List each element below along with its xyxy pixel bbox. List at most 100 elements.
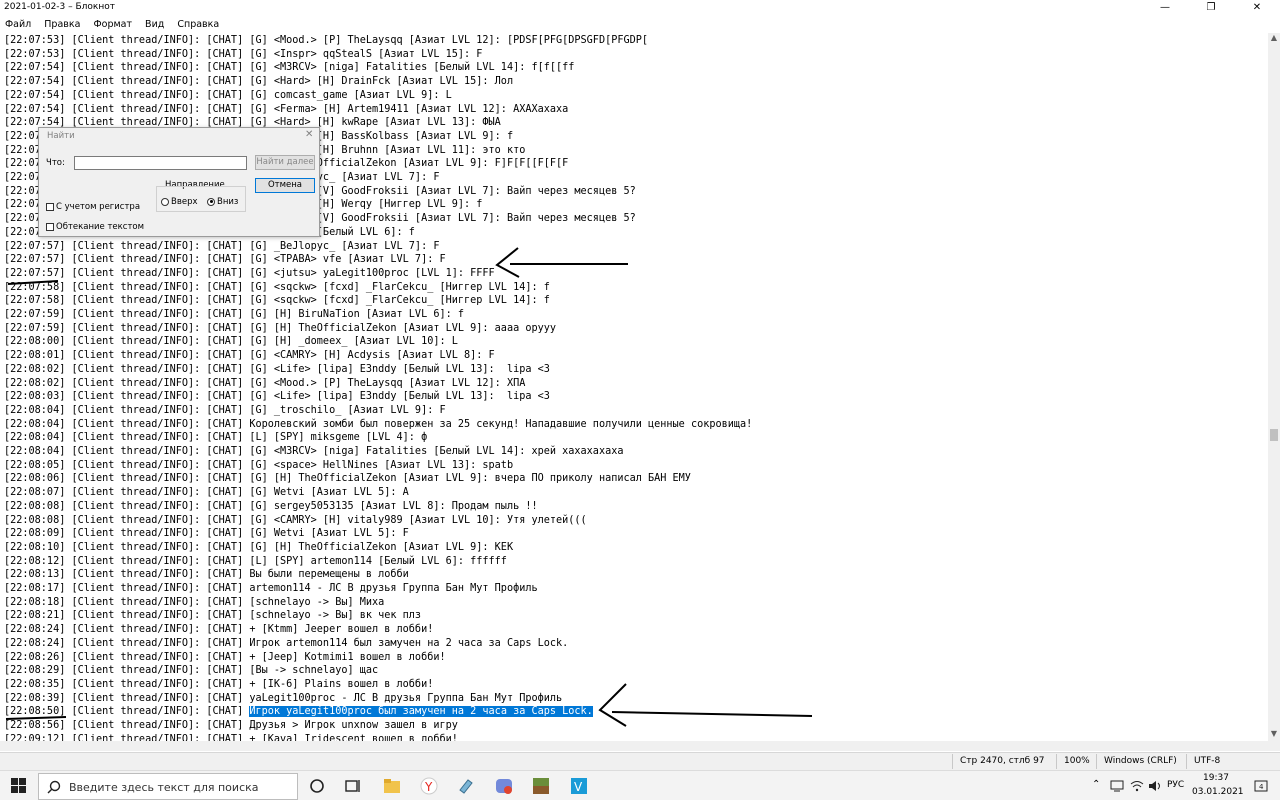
find-what-input[interactable] — [74, 156, 247, 170]
text-line: [22:08:04] [Client thread/INFO]: [CHAT] … — [4, 446, 624, 457]
wifi-icon[interactable] — [1130, 780, 1144, 792]
clock-date[interactable]: 03.01.2021 — [1192, 787, 1244, 797]
text-line: [22:07:58] [Client thread/INFO]: [CHAT] … — [4, 281, 550, 293]
text-line: [22:08:12] [Client thread/INFO]: [CHAT] … — [4, 555, 507, 567]
text-line: [22:08:13] [Client thread/INFO]: [CHAT] … — [4, 569, 409, 581]
vertical-scrollbar[interactable]: ▲ ▼ — [1268, 33, 1280, 741]
title-bar: 2021-01-02-3 – Блокнот — ❐ ✕ — [0, 0, 1280, 16]
status-separator — [1096, 754, 1097, 769]
menu-view[interactable]: Вид — [145, 17, 164, 33]
text-line: [22:08:00] [Client thread/INFO]: [CHAT] … — [4, 336, 458, 348]
network-icon[interactable] — [1110, 780, 1124, 792]
text-line: [22:08:07] [Client thread/INFO]: [CHAT] … — [4, 487, 409, 499]
yandex-browser-icon[interactable]: Y — [419, 776, 439, 796]
menu-file[interactable]: Файл — [5, 17, 31, 33]
text-line: [22:08:04] [Client thread/INFO]: [CHAT] … — [4, 404, 446, 416]
text-line: [22:08:18] [Client thread/INFO]: [CHAT] … — [4, 596, 385, 608]
text-line: [22:07:53] [Client thread/INFO]: [CHAT] … — [4, 48, 483, 60]
text-line: [22:08:08] [Client thread/INFO]: [CHAT] … — [4, 514, 587, 526]
wrap-checkbox[interactable]: Обтекание текстом — [46, 222, 144, 232]
text-line: [22:08:04] [Client thread/INFO]: [CHAT] … — [4, 418, 753, 430]
text-line: [22:07:53] [Client thread/INFO]: [CHAT] … — [4, 35, 649, 46]
radio-checked-icon — [207, 197, 215, 206]
maximize-button[interactable]: ❐ — [1188, 0, 1234, 16]
text-line: [22:07:54] [Client thread/INFO]: [CHAT] … — [4, 103, 569, 115]
find-dialog: Найти ✕ Что: Найти далее Отмена Направле… — [38, 127, 320, 237]
volume-icon[interactable] — [1148, 780, 1162, 792]
svg-text:V: V — [574, 780, 583, 794]
minimize-button[interactable]: — — [1142, 0, 1188, 16]
text-line: [22:08:24] [Client thread/INFO]: [CHAT] … — [4, 637, 569, 649]
checkbox-icon — [46, 202, 54, 211]
discord-icon[interactable] — [494, 776, 514, 796]
svg-text:4: 4 — [1259, 783, 1264, 791]
match-case-checkbox[interactable]: С учетом регистра — [46, 202, 140, 212]
text-line: [22:07:57] [Client thread/INFO]: [CHAT] … — [4, 254, 446, 266]
line-ending: Windows (CRLF) — [1104, 756, 1177, 766]
text-line: [22:08:03] [Client thread/INFO]: [CHAT] … — [4, 391, 550, 403]
text-line: [22:08:10] [Client thread/INFO]: [CHAT] … — [4, 541, 514, 553]
text-line: [22:07:59] [Client thread/INFO]: [CHAT] … — [4, 322, 557, 334]
language-indicator[interactable]: РУС — [1167, 780, 1184, 790]
tray-chevron-icon[interactable]: ⌃ — [1092, 779, 1100, 790]
direction-up-label: Вверх — [171, 197, 198, 207]
text-line: [22:08:09] [Client thread/INFO]: [CHAT] … — [4, 528, 409, 540]
vimeworld-icon[interactable]: V — [569, 776, 589, 796]
radio-icon — [161, 197, 169, 206]
zoom-level: 100% — [1064, 756, 1090, 766]
text-line: [22:08:06] [Client thread/INFO]: [CHAT] … — [4, 473, 691, 485]
selected-text: Игрок yaLegit100proc был замучен на 2 ча… — [249, 706, 593, 718]
text-line: [22:08:21] [Client thread/INFO]: [CHAT] … — [4, 610, 422, 622]
close-button[interactable]: ✕ — [1234, 0, 1280, 16]
menu-bar: Файл Правка Формат Вид Справка — [0, 17, 1280, 33]
minecraft-icon[interactable] — [531, 776, 551, 796]
menu-edit[interactable]: Правка — [44, 17, 80, 33]
text-line: [22:08:17] [Client thread/INFO]: [CHAT] … — [4, 583, 538, 594]
menu-help[interactable]: Справка — [177, 17, 219, 33]
scroll-thumb[interactable] — [1270, 429, 1278, 441]
text-line: [22:08:05] [Client thread/INFO]: [CHAT] … — [4, 459, 514, 471]
text-line: [22:07:54] [Client thread/INFO]: [CHAT] … — [4, 76, 514, 88]
text-line: [22:08:02] [Client thread/INFO]: [CHAT] … — [4, 377, 526, 389]
match-case-label: С учетом регистра — [56, 202, 141, 212]
direction-up-radio[interactable]: Вверх — [161, 197, 198, 207]
checkbox-icon — [46, 222, 54, 231]
notifications-icon[interactable]: 4 — [1254, 779, 1268, 793]
direction-down-radio[interactable]: Вниз — [207, 197, 238, 207]
direction-down-label: Вниз — [217, 197, 239, 207]
text-line: [22:08:29] [Client thread/INFO]: [CHAT] … — [4, 665, 379, 677]
taskbar-search-box[interactable]: Введите здесь текст для поиска — [38, 773, 298, 800]
status-bar: Стр 2470, стлб 97 100% Windows (CRLF) UT… — [0, 752, 1280, 770]
find-dialog-title: Найти — [47, 131, 75, 141]
find-next-button[interactable]: Найти далее — [255, 155, 315, 170]
cortana-icon[interactable] — [307, 776, 327, 796]
taskbar: Введите здесь текст для поиска Y V ⌃ РУС… — [0, 770, 1280, 800]
text-line: [22:08:08] [Client thread/INFO]: [CHAT] … — [4, 500, 538, 512]
text-line: [22:08:26] [Client thread/INFO]: [CHAT] … — [4, 651, 446, 663]
text-line: [22:07:59] [Client thread/INFO]: [CHAT] … — [4, 309, 465, 320]
encoding: UTF-8 — [1194, 756, 1221, 766]
text-line: [22:09:12] [Client thread/INFO]: [CHAT] … — [4, 733, 458, 741]
text-line: [22:08:56] [Client thread/INFO]: [CHAT] … — [4, 720, 458, 731]
text-line: [22:07:57] [Client thread/INFO]: [CHAT] … — [4, 267, 495, 279]
notepad-icon[interactable] — [456, 776, 476, 796]
file-explorer-icon[interactable] — [382, 776, 402, 796]
horizontal-scrollbar[interactable] — [0, 741, 1280, 751]
search-icon — [47, 780, 61, 794]
text-line: [22:08:35] [Client thread/INFO]: [CHAT] … — [4, 678, 434, 690]
menu-format[interactable]: Формат — [93, 17, 132, 33]
status-separator — [952, 754, 953, 769]
text-line: [22:07:54] [Client thread/INFO]: [CHAT] … — [4, 89, 452, 101]
text-line: [22:08:50] [Client thread/INFO]: [CHAT] … — [4, 705, 593, 719]
status-separator — [1186, 754, 1187, 769]
scroll-down-icon[interactable]: ▼ — [1268, 729, 1280, 741]
scroll-up-icon[interactable]: ▲ — [1268, 33, 1280, 45]
task-view-icon[interactable] — [343, 776, 363, 796]
text-line: [22:08:04] [Client thread/INFO]: [CHAT] … — [4, 432, 428, 444]
clock-time[interactable]: 19:37 — [1203, 773, 1229, 783]
windows-start-icon[interactable] — [9, 776, 29, 796]
find-close-icon[interactable]: ✕ — [305, 129, 313, 140]
cancel-button[interactable]: Отмена — [255, 178, 315, 193]
wrap-label: Обтекание текстом — [56, 222, 145, 232]
search-placeholder: Введите здесь текст для поиска — [69, 781, 259, 794]
